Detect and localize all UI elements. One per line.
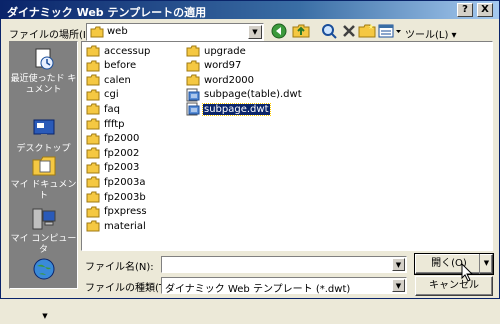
place-desktop[interactable]: デスクトップ [10,116,77,155]
filetype-value: ダイナミック Web テンプレート (*.dwt) [165,284,351,295]
file-list-item[interactable]: fpxpress [86,205,148,219]
chevron-down-icon[interactable]: ▼ [392,279,405,292]
file-name: word97 [204,60,242,72]
filename-combo[interactable]: ▼ [161,256,407,273]
file-list-item[interactable]: word97 [186,59,242,73]
folder-icon [86,206,100,218]
file-name: material [104,220,146,232]
file-list-item[interactable]: fp2003 [86,161,140,175]
file-list-item[interactable]: fp2000 [86,132,140,146]
file-list-item[interactable]: fp2002 [86,146,140,160]
file-name: fpxpress [104,206,147,218]
folder-icon [86,60,100,72]
folder-icon [86,133,100,145]
file-name: fp2003a [104,176,146,188]
up-folder-icon[interactable] [291,22,311,40]
places-bar: 最近使ったド キュメント デスクトップ マイ ドキュメント マイ コンピュータ … [9,41,78,320]
file-name: upgrade [204,45,246,57]
search-web-icon[interactable] [319,22,339,40]
lookin-value: web [107,26,128,37]
views-icon[interactable] [377,22,403,40]
my-documents-icon [32,156,55,176]
cancel-button[interactable]: キャンセル [415,276,493,296]
file-list-item[interactable]: material [86,219,147,233]
file-name: faq [104,103,120,115]
close-button[interactable]: X [477,3,493,17]
folder-icon [86,89,100,101]
apply-template-dialog: ダイナミック Web テンプレートの適用 ? X ファイルの場所(I): web… [0,0,500,320]
folder-icon [186,60,200,72]
back-icon[interactable] [269,22,289,40]
window-title: ダイナミック Web テンプレートの適用 [7,6,207,19]
filetype-combo[interactable]: ダイナミック Web テンプレート (*.dwt) ▼ [161,277,407,295]
place-label: 最近使ったド キュメント [10,74,77,95]
folder-icon [86,74,100,86]
new-folder-icon[interactable] [357,22,377,40]
place-my-documents[interactable]: マイ ドキュメント [10,152,77,202]
folder-icon [186,45,200,57]
template-file-icon [186,102,200,116]
folder-icon [86,45,100,57]
file-list-item[interactable]: subpage(table).dwt [186,88,303,102]
file-list-item[interactable]: calen [86,73,132,87]
place-label: マイ ドキュメント [10,180,77,201]
file-list-item[interactable]: accessup [86,44,151,58]
globe-icon [33,258,54,280]
file-name: cgi [104,89,119,101]
folder-icon [86,103,100,115]
chevron-down-icon[interactable]: ▼ [38,312,52,324]
my-computer-icon [32,208,55,230]
file-list-item[interactable]: faq [86,102,121,116]
folder-icon [86,147,100,159]
filetype-label: ファイルの種類(T): [85,283,173,294]
lookin-combo[interactable]: web ▼ [86,23,264,41]
file-list-item[interactable]: word2000 [186,73,255,87]
file-list-item[interactable]: fp2003b [86,190,147,204]
file-list-item[interactable]: ffftp [86,117,126,131]
place-my-computer[interactable]: マイ コンピュータ [10,206,77,256]
file-name: fp2003b [104,191,146,203]
tools-menu[interactable]: ツール(L) ▾ [405,26,457,41]
file-name: before [104,60,137,72]
file-name: fp2000 [104,133,140,145]
folder-icon [90,26,104,38]
file-name: word2000 [204,74,255,86]
file-name: calen [104,74,131,86]
file-name: accessup [104,45,151,57]
file-list-item[interactable]: subpage.dwt [186,102,271,116]
folder-icon [186,74,200,86]
template-file-icon [186,88,200,102]
desktop-icon [33,119,54,139]
file-name: ffftp [104,118,125,130]
recent-docs-icon [35,48,53,70]
help-button[interactable]: ? [457,3,473,17]
folder-icon [86,118,100,130]
delete-icon[interactable] [339,22,359,40]
place-recent-docs[interactable]: 最近使ったド キュメント [10,46,77,96]
chevron-down-icon[interactable]: ▼ [392,258,405,271]
folder-icon [86,162,100,174]
filename-label: ファイル名(N): [85,262,154,273]
file-name: fp2003 [104,162,140,174]
folder-icon [86,176,100,188]
place-label: マイ コンピュータ [10,234,77,255]
file-list-item[interactable]: fp2003a [86,175,146,189]
file-name: subpage.dwt [202,102,271,116]
chevron-down-icon[interactable]: ▼ [248,25,262,39]
place-my-network[interactable] [10,256,77,284]
mouse-pointer-icon [461,263,474,282]
title-bar[interactable]: ダイナミック Web テンプレートの適用 ? X [1,1,499,19]
file-list-item[interactable]: upgrade [186,44,247,58]
file-list[interactable]: accessup before calen cgi faq ffftp fp2000 fp20… [81,41,493,251]
file-list-item[interactable]: before [86,59,137,73]
file-name: fp2002 [104,147,140,159]
file-name: subpage(table).dwt [204,89,302,101]
folder-icon [86,191,100,203]
file-list-item[interactable]: cgi [86,88,120,102]
open-menu-arrow[interactable]: ▼ [479,254,493,274]
folder-icon [86,220,100,232]
lookin-label: ファイルの場所(I): [9,30,94,41]
